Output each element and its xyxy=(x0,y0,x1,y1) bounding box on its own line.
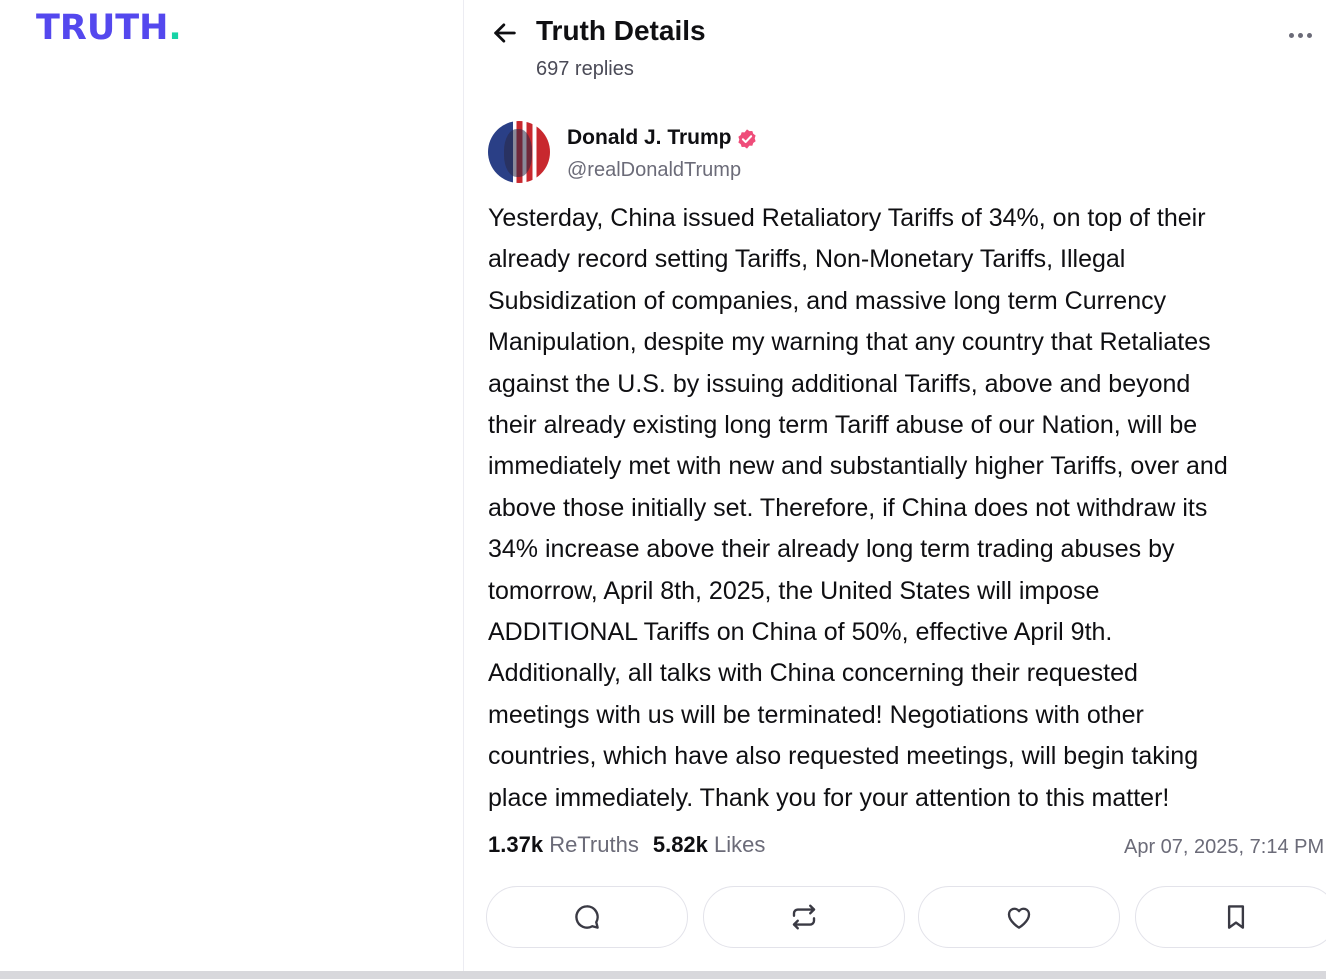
post-stats: 1.37k ReTruths 5.82k Likes xyxy=(488,832,765,858)
post-line: immediately met with new and substantial… xyxy=(488,452,1228,481)
post-line: 34% increase above their already long te… xyxy=(488,535,1175,564)
verified-badge-icon xyxy=(738,129,756,149)
post-line: ADDITIONAL Tariffs on China of 50%, effe… xyxy=(488,618,1113,647)
window-bottom-bar xyxy=(0,971,1326,979)
post-line: tomorrow, April 8th, 2025, the United St… xyxy=(488,576,1100,605)
post-line: meetings with us will be terminated! Neg… xyxy=(488,700,1144,729)
likes-count: 5.82k xyxy=(652,832,708,857)
back-button[interactable] xyxy=(488,16,522,50)
comment-icon xyxy=(575,905,599,929)
retruth-button[interactable] xyxy=(703,886,905,948)
logo-dot: . xyxy=(168,8,182,48)
post-line: countries, which have also requested mee… xyxy=(488,742,1199,771)
page-title: Truth Details xyxy=(536,15,706,46)
post-line: Subsidization of companies, and massive … xyxy=(488,286,1167,315)
left-rail: TRUTH. xyxy=(0,0,463,971)
page-header: Truth Details 697 replies xyxy=(464,0,1326,100)
logo-wordmark: TRUTH xyxy=(36,8,169,48)
author-handle[interactable]: @realDonaldTrump xyxy=(567,159,741,182)
author-display-name[interactable]: Donald J. Trump xyxy=(567,126,732,150)
truth-logo[interactable]: TRUTH. xyxy=(36,8,182,48)
post-timestamp: Apr 07, 2025, 7:14 PM xyxy=(1124,836,1325,858)
retruths-count: 1.37k xyxy=(488,832,544,857)
retruths-label: ReTruths xyxy=(549,832,639,857)
post-line: their already existing long term Tariff … xyxy=(488,411,1198,440)
bookmark-button[interactable] xyxy=(1135,886,1326,948)
ellipsis-icon-dot xyxy=(1306,32,1312,38)
main-column: Truth Details 697 replies Donald J. Trum… xyxy=(464,0,1326,971)
bookmark-icon xyxy=(1227,905,1245,929)
likes-label: Likes xyxy=(714,832,766,857)
retruths-stat[interactable]: 1.37k ReTruths xyxy=(488,832,639,857)
ellipsis-icon-dot xyxy=(1288,32,1294,38)
post-line: Yesterday, China issued Retaliatory Tari… xyxy=(488,204,1206,232)
post-line: against the U.S. by issuing additional T… xyxy=(488,369,1191,398)
post-line: already record setting Tariffs, Non-Mone… xyxy=(488,245,1126,274)
avatar-portrait xyxy=(504,129,532,177)
post-body: Yesterday, China issued Retaliatory Tari… xyxy=(488,198,1326,819)
ellipsis-icon-dot xyxy=(1297,32,1303,38)
likes-stat[interactable]: 5.82k Likes xyxy=(653,832,766,857)
post-line: above those initially set. Therefore, if… xyxy=(488,493,1208,522)
post-line: Manipulation, despite my warning that an… xyxy=(488,328,1211,357)
repost-icon xyxy=(792,904,816,930)
avatar[interactable] xyxy=(488,121,550,183)
reply-button[interactable] xyxy=(486,886,688,948)
heart-icon xyxy=(1007,907,1031,929)
arrow-left-icon xyxy=(494,23,516,43)
post-line: Additionally, all talks with China conce… xyxy=(488,659,1138,688)
post-line: place immediately. Thank you for your at… xyxy=(488,783,1170,812)
reply-count: 697 replies xyxy=(536,58,634,80)
more-options-button[interactable] xyxy=(1280,20,1320,50)
like-button[interactable] xyxy=(918,886,1120,948)
